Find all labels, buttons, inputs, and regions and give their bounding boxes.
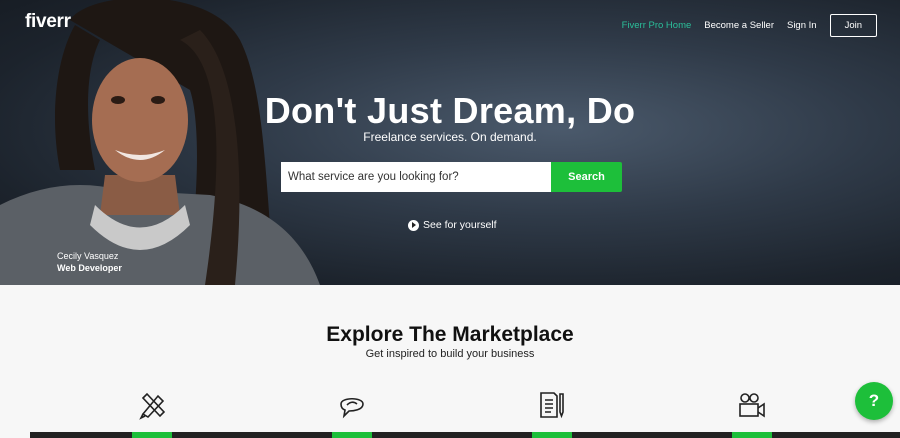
- play-icon: [408, 219, 419, 231]
- caption-name: Cecily Vasquez: [57, 251, 119, 261]
- hero-headline: Don't Just Dream, Do: [264, 90, 636, 131]
- writing-translation-icon: [540, 392, 564, 419]
- hero-section: Cecily Vasquez Web Developer fiverr Five…: [0, 0, 900, 285]
- see-for-yourself-label: See for yourself: [423, 219, 497, 231]
- explore-title: Explore The Marketplace: [326, 323, 574, 346]
- category-indicator: [732, 432, 772, 438]
- digital-marketing-icon: [340, 397, 364, 419]
- nav-become-seller-link[interactable]: Become a Seller: [704, 20, 774, 31]
- video-animation-icon: [739, 393, 765, 418]
- explore-marketplace-section: Explore The Marketplace Get inspired to …: [0, 285, 900, 438]
- top-navigation-bar: fiverr Fiverr Pro Home Become a Seller S…: [0, 0, 900, 50]
- category-video-animation[interactable]: [737, 390, 767, 420]
- category-indicator: [332, 432, 372, 438]
- category-digital-marketing[interactable]: [337, 390, 367, 420]
- hero-subline: Freelance services. On demand.: [363, 130, 537, 144]
- see-for-yourself-link[interactable]: See for yourself: [408, 219, 497, 231]
- graphics-design-icon: [139, 392, 166, 420]
- search-button[interactable]: Search: [551, 162, 622, 192]
- category-writing-translation[interactable]: [537, 390, 567, 420]
- explore-subtitle: Get inspired to build your business: [365, 348, 535, 360]
- search-bar: Search: [281, 162, 622, 192]
- search-input[interactable]: [281, 162, 551, 192]
- nav-fiverr-pro-home-link[interactable]: Fiverr Pro Home: [622, 20, 692, 31]
- category-indicator: [132, 432, 172, 438]
- nav-links: Fiverr Pro Home Become a Seller Sign In …: [609, 14, 877, 37]
- category-graphics-design[interactable]: [138, 390, 168, 420]
- fiverr-logo[interactable]: fiverr: [25, 11, 71, 33]
- join-button[interactable]: Join: [829, 14, 877, 37]
- help-button[interactable]: ?: [855, 382, 893, 420]
- nav-sign-in-link[interactable]: Sign In: [787, 20, 817, 31]
- portrait-caption: Cecily Vasquez Web Developer: [57, 250, 122, 274]
- caption-role: Web Developer: [57, 263, 122, 273]
- category-indicator: [532, 432, 572, 438]
